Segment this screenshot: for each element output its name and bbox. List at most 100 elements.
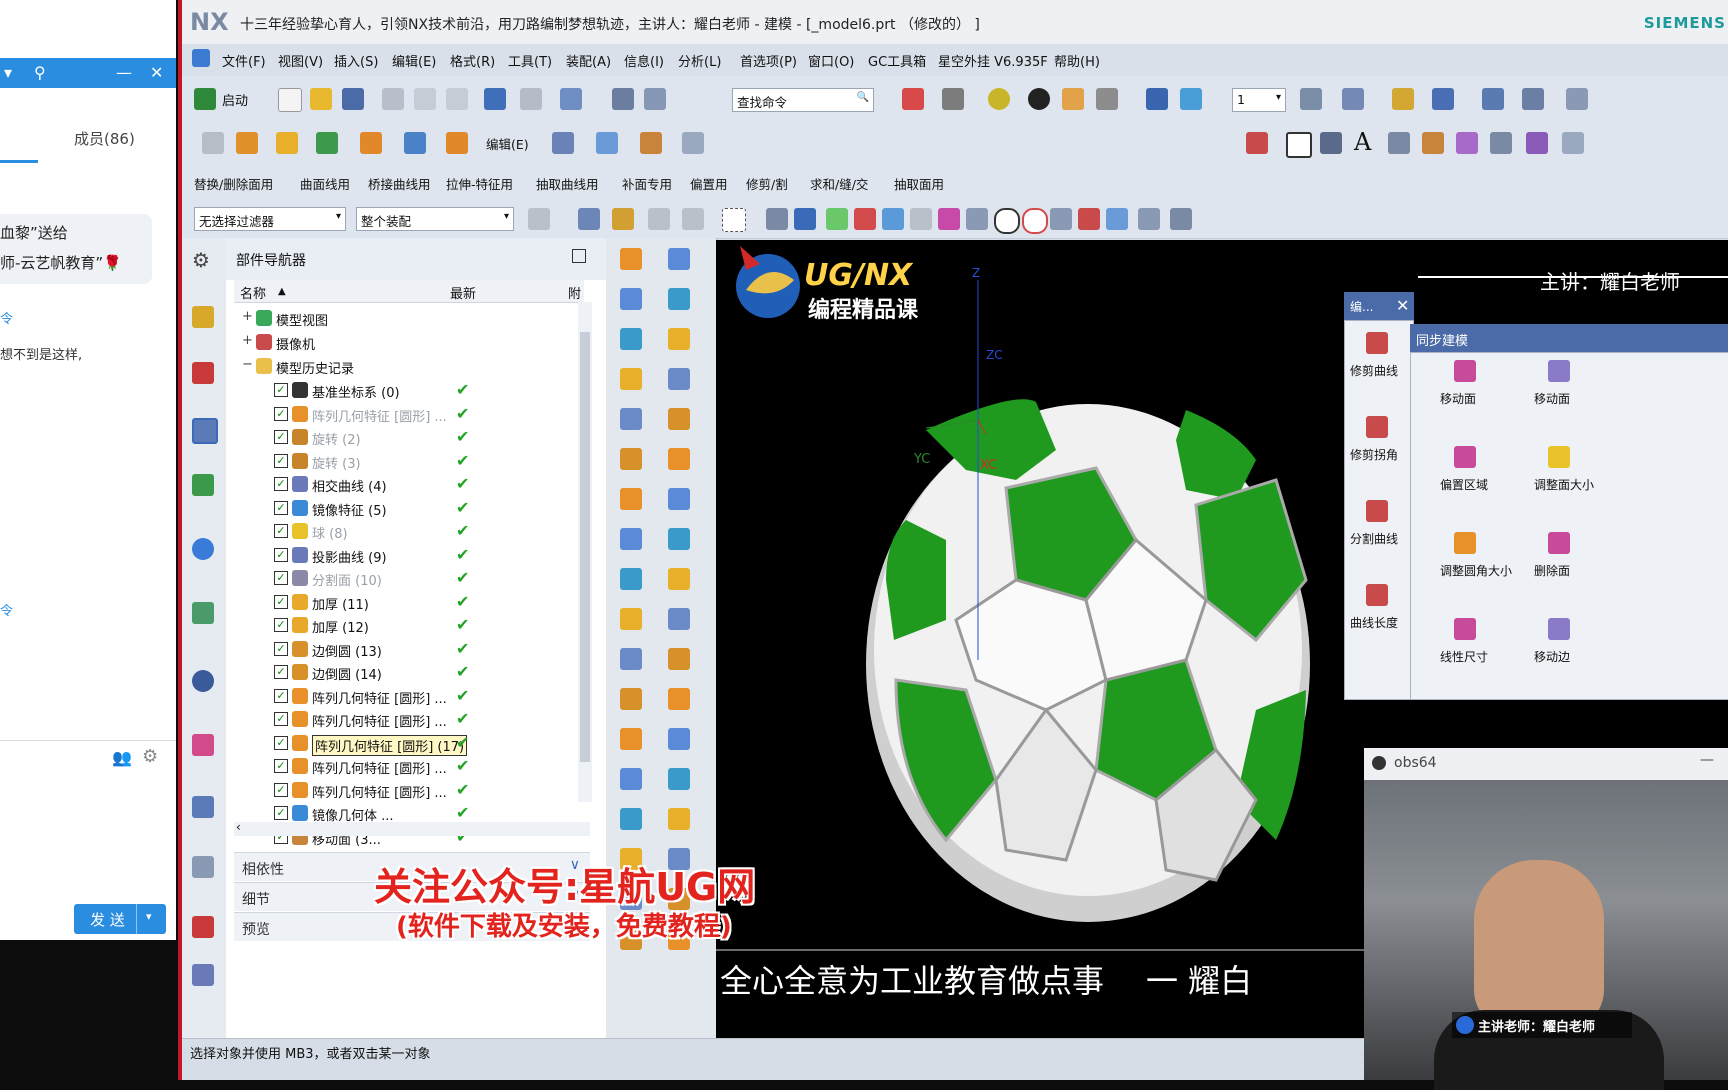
feature-row[interactable]: ✓ 相交曲线 (4) ✔: [234, 472, 574, 496]
sync-tool-label[interactable]: 移动面: [1440, 390, 1476, 407]
face-select-icon[interactable]: [794, 208, 816, 230]
select-feature-icon[interactable]: [578, 208, 600, 230]
select-icon[interactable]: [560, 88, 582, 110]
visibility-checkbox[interactable]: ✓: [274, 547, 288, 562]
feature-row[interactable]: ✓ 边倒圆 (14) ✔: [234, 660, 574, 684]
send-button[interactable]: 发 送: [74, 904, 166, 934]
sync-tool-icon[interactable]: [1548, 446, 1570, 468]
curve-icon[interactable]: [552, 132, 574, 154]
tree-node[interactable]: + 模型视图: [234, 306, 574, 330]
measure-icon[interactable]: [1482, 88, 1504, 110]
snap-mid-icon[interactable]: [854, 208, 876, 230]
sync-tool-icon[interactable]: [1548, 618, 1570, 640]
snap-on-curve-icon[interactable]: [1078, 208, 1100, 230]
visibility-checkbox[interactable]: ✓: [274, 571, 288, 585]
cmd-extrude-feature[interactable]: 拉伸-特征用: [446, 174, 513, 193]
surface-tool-icon[interactable]: [668, 488, 690, 510]
block-icon[interactable]: [404, 132, 426, 154]
open-icon[interactable]: [310, 88, 332, 110]
surface-tool-icon[interactable]: [668, 448, 690, 470]
surface-tool-icon[interactable]: [620, 288, 642, 310]
surface-tool-icon[interactable]: [668, 288, 690, 310]
cmd-extract-curve[interactable]: 抽取曲线用: [536, 174, 599, 193]
surface-tool-icon[interactable]: [668, 328, 690, 350]
panel-tab[interactable]: 编... ✕: [1344, 292, 1414, 320]
snap-quadrant-icon[interactable]: [1022, 208, 1048, 234]
visibility-checkbox[interactable]: ✓: [274, 477, 288, 491]
tree-node[interactable]: − 模型历史记录: [234, 354, 574, 378]
column-extra[interactable]: 附: [568, 283, 581, 302]
visibility-checkbox[interactable]: ✓: [274, 712, 288, 726]
wcs-icon[interactable]: [1146, 88, 1168, 110]
save-icon[interactable]: [342, 88, 364, 110]
surface-tool-icon[interactable]: [668, 408, 690, 430]
constraint-navigator-icon[interactable]: [192, 362, 214, 384]
sketch-disabled-icon[interactable]: [202, 132, 224, 154]
visibility-checkbox[interactable]: ✓: [274, 453, 288, 468]
surface-tool-icon[interactable]: [668, 248, 690, 270]
visibility-checkbox[interactable]: ✓: [274, 806, 288, 820]
visibility-checkbox[interactable]: ✓: [274, 641, 288, 656]
expand-icon[interactable]: +: [242, 309, 253, 324]
clock-icon[interactable]: [192, 670, 214, 692]
mesh-icon[interactable]: [640, 132, 662, 154]
shaded-icon[interactable]: [988, 88, 1010, 110]
visibility-checkbox[interactable]: ✓: [274, 782, 288, 797]
sync-tool-label[interactable]: 调整面大小: [1534, 476, 1594, 493]
surface-tool-icon[interactable]: [620, 728, 642, 750]
menu-insert[interactable]: 插入(S): [334, 51, 378, 70]
surface-tool-icon[interactable]: [668, 368, 690, 390]
unite-icon[interactable]: [360, 132, 382, 154]
web-browser-icon[interactable]: [192, 538, 214, 560]
analysis-icon[interactable]: [1392, 88, 1414, 110]
column-name[interactable]: 名称: [240, 283, 266, 302]
settings-icon[interactable]: ⚙: [142, 746, 158, 767]
snap-control-icon[interactable]: [882, 208, 904, 230]
spline-icon[interactable]: [1388, 132, 1410, 154]
visibility-checkbox[interactable]: ✓: [274, 618, 288, 632]
surface-tool-icon[interactable]: [620, 448, 642, 470]
menu-info[interactable]: 信息(I): [624, 51, 664, 70]
measure-distance-icon[interactable]: [1522, 88, 1544, 110]
surface-tool-icon[interactable]: [620, 408, 642, 430]
visibility-checkbox[interactable]: ✓: [274, 406, 288, 421]
sync-tool-icon[interactable]: [1454, 618, 1476, 640]
surface-tool-icon[interactable]: [668, 728, 690, 750]
datum-icon[interactable]: [316, 132, 338, 154]
snap-center-icon[interactable]: [994, 208, 1020, 234]
sync-tool-icon[interactable]: [1548, 532, 1570, 554]
material-icon[interactable]: [1062, 88, 1084, 110]
select-body-icon[interactable]: [648, 208, 670, 230]
snap-normal-icon[interactable]: [966, 208, 988, 230]
feature-row[interactable]: ✓ 球 (8) ✔: [234, 519, 574, 543]
sync-tool-label[interactable]: 删除面: [1534, 562, 1570, 579]
edit-dropdown[interactable]: 编辑(E): [486, 134, 529, 153]
system-materials-icon[interactable]: [192, 964, 214, 986]
sync-tool-icon[interactable]: [1454, 532, 1476, 554]
sync-tool-label[interactable]: 线性尺寸: [1440, 648, 1488, 665]
menu-view[interactable]: 视图(V): [278, 51, 323, 70]
expand-icon[interactable]: +: [242, 333, 253, 348]
sync-tool-label[interactable]: 调整圆角大小: [1440, 562, 1512, 579]
orient-icon[interactable]: [1180, 88, 1202, 110]
menu-help[interactable]: 帮助(H): [1054, 51, 1100, 70]
visibility-checkbox[interactable]: ✓: [274, 524, 288, 538]
close-icon[interactable]: ✕: [1396, 296, 1409, 315]
surface-tool-icon[interactable]: [620, 248, 642, 270]
visibility-checkbox[interactable]: ✓: [274, 430, 288, 444]
feature-row[interactable]: ✓ 加厚 (12) ✔: [234, 613, 574, 637]
undo-icon[interactable]: [484, 88, 506, 110]
feature-row[interactable]: ✓ 投影曲线 (9) ✔: [234, 543, 574, 567]
curve-tool-label[interactable]: 修剪拐角: [1350, 446, 1398, 463]
visibility-checkbox[interactable]: ✓: [274, 383, 288, 397]
curve-tool-icon[interactable]: [1366, 500, 1388, 522]
arc-icon[interactable]: [1320, 132, 1342, 154]
minimize-icon[interactable]: —: [116, 63, 132, 82]
cut-icon[interactable]: [382, 88, 404, 110]
soccer-ball[interactable]: [866, 399, 1310, 922]
sync-tool-label[interactable]: 移动面: [1534, 390, 1570, 407]
menu-gc-toolkit[interactable]: GC工具箱: [868, 51, 926, 70]
curve-tool-label[interactable]: 分割曲线: [1350, 530, 1398, 547]
surface-tool-icon[interactable]: [620, 328, 642, 350]
cube-select-icon[interactable]: [766, 208, 788, 230]
